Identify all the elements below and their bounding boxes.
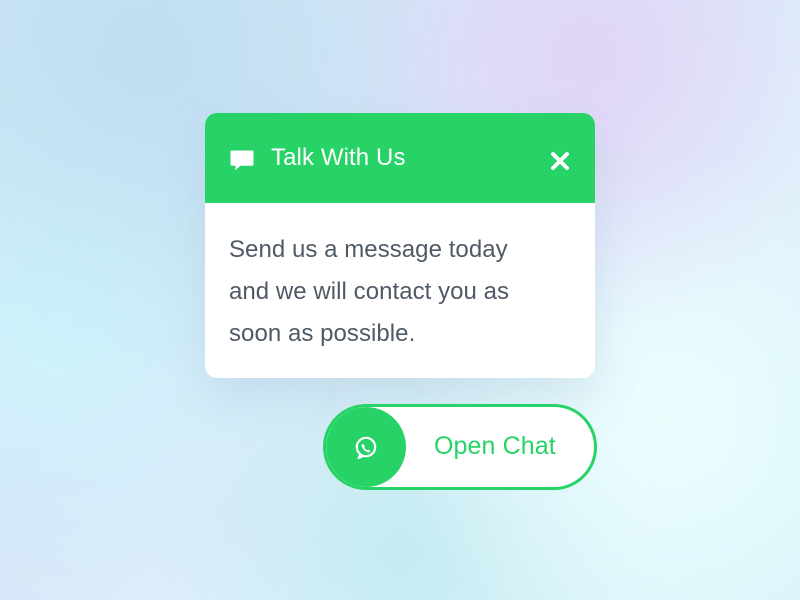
- open-chat-label: Open Chat: [434, 432, 556, 460]
- open-chat-button[interactable]: Open Chat: [323, 404, 597, 490]
- chat-card: Talk With Us Send us a message today and…: [205, 113, 595, 378]
- chat-message-line: and we will contact you as: [229, 278, 510, 305]
- chat-message-line: soon as possible.: [229, 320, 416, 347]
- chat-card-header: Talk With Us: [205, 113, 595, 203]
- whatsapp-icon-badge: [326, 407, 406, 487]
- chat-message: Send us a message today and we will cont…: [229, 229, 569, 355]
- whatsapp-icon: [355, 436, 377, 460]
- chat-bubble-icon: [230, 150, 254, 171]
- chat-message-line: Send us a message today: [229, 236, 508, 263]
- chat-title: Talk With Us: [271, 144, 406, 171]
- close-icon[interactable]: [546, 147, 574, 175]
